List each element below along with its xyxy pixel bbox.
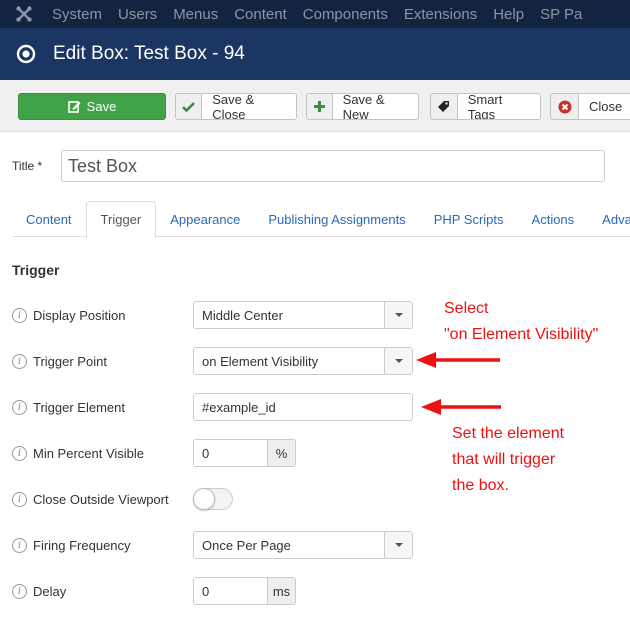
min-percent-visible-input[interactable]: 0 — [194, 440, 267, 466]
nav-system[interactable]: System — [52, 6, 102, 23]
chevron-down-icon[interactable] — [384, 348, 412, 374]
save-button[interactable]: Save — [18, 93, 166, 120]
nav-help[interactable]: Help — [493, 6, 524, 23]
tab-php-scripts[interactable]: PHP Scripts — [420, 201, 518, 237]
firing-frequency-label: Firing Frequency — [33, 537, 131, 553]
annotation-select-line2: "on Element Visibility" — [444, 326, 599, 343]
check-icon — [176, 94, 203, 119]
trigger-point-label: Trigger Point — [33, 353, 107, 369]
target-icon — [16, 44, 36, 64]
chevron-down-icon[interactable] — [384, 532, 412, 558]
plus-icon — [307, 94, 333, 119]
nav-sp-page-builder[interactable]: SP Pa — [540, 6, 582, 23]
firing-frequency-value: Once Per Page — [202, 537, 291, 553]
page-title: Edit Box: Test Box - 94 — [53, 43, 245, 64]
smart-tags-label: Smart Tags — [467, 93, 503, 120]
display-position-value: Middle Center — [202, 307, 283, 323]
annotation-select-line1: Select — [444, 300, 489, 317]
delay-label: Delay — [33, 583, 67, 599]
title-label: Title * — [12, 159, 43, 173]
toolbar: Save Save & Close Save & New Smart Tags … — [0, 80, 630, 132]
toggle-knob — [193, 488, 215, 510]
info-icon[interactable]: i — [12, 445, 27, 461]
delay-input-group: 0 ms — [193, 577, 296, 605]
close-outside-viewport-label: Close Outside Viewport — [33, 491, 169, 507]
tab-trigger[interactable]: Trigger — [85, 201, 157, 238]
arrow-left-icon — [421, 399, 501, 415]
info-icon[interactable]: i — [12, 353, 27, 369]
min-percent-visible-label: Min Percent Visible — [33, 445, 145, 461]
annotation-set-line3: the box. — [452, 477, 509, 494]
display-position-select[interactable]: Middle Center — [193, 301, 413, 329]
field-trigger-point: i Trigger Point on Element Visibility — [12, 347, 413, 375]
title-input[interactable]: Test Box — [61, 150, 605, 182]
close-button[interactable]: Close — [550, 93, 630, 120]
field-trigger-element: i Trigger Element #example_id — [12, 393, 413, 421]
info-icon[interactable]: i — [12, 583, 27, 599]
save-new-button[interactable]: Save & New — [306, 93, 419, 120]
close-circle-icon — [551, 94, 579, 119]
tab-publishing-assignments[interactable]: Publishing Assignments — [254, 201, 419, 237]
annotation-set-line1: Set the element — [452, 425, 565, 442]
delay-input[interactable]: 0 — [194, 578, 267, 604]
info-icon[interactable]: i — [12, 307, 27, 323]
firing-frequency-select[interactable]: Once Per Page — [193, 531, 413, 559]
tag-icon — [431, 94, 458, 119]
min-percent-visible-input-group: 0 % — [193, 439, 296, 467]
tab-bar: Content Trigger Appearance Publishing As… — [12, 201, 630, 238]
display-position-label: Display Position — [33, 307, 126, 323]
save-label: Save — [86, 99, 117, 114]
smart-tags-button[interactable]: Smart Tags — [430, 93, 541, 120]
chevron-down-icon[interactable] — [384, 302, 412, 328]
tab-actions[interactable]: Actions — [518, 201, 589, 237]
ms-unit: ms — [267, 578, 295, 604]
joomla-logo-icon[interactable] — [14, 4, 34, 24]
trigger-element-label: Trigger Element — [33, 399, 125, 415]
info-icon[interactable]: i — [12, 399, 27, 415]
close-label: Close — [589, 99, 623, 114]
info-icon[interactable]: i — [12, 537, 27, 553]
tab-content[interactable]: Content — [12, 201, 86, 237]
section-title: Trigger — [12, 262, 60, 278]
nav-content[interactable]: Content — [234, 6, 287, 23]
tab-advanced[interactable]: Adva — [588, 201, 630, 237]
tab-appearance[interactable]: Appearance — [156, 201, 254, 237]
title-row: Title * Test Box — [12, 150, 605, 182]
nav-components[interactable]: Components — [303, 6, 388, 23]
edit-icon — [67, 101, 81, 113]
trigger-element-input[interactable]: #example_id — [193, 393, 413, 421]
save-new-label: Save & New — [342, 93, 385, 120]
trigger-point-value: on Element Visibility — [202, 353, 319, 369]
page-header: Edit Box: Test Box - 94 — [0, 28, 630, 80]
save-close-label: Save & Close — [212, 93, 255, 120]
nav-extensions[interactable]: Extensions — [404, 6, 477, 23]
field-close-outside-viewport: i Close Outside Viewport — [12, 485, 233, 513]
close-outside-viewport-toggle[interactable] — [193, 488, 233, 510]
info-icon[interactable]: i — [12, 491, 27, 507]
nav-menus[interactable]: Menus — [173, 6, 218, 23]
arrow-left-icon — [416, 352, 500, 368]
field-firing-frequency: i Firing Frequency Once Per Page — [12, 531, 413, 559]
field-display-position: i Display Position Middle Center — [12, 301, 413, 329]
save-close-button[interactable]: Save & Close — [175, 93, 297, 120]
percent-unit: % — [267, 440, 295, 466]
nav-users[interactable]: Users — [118, 6, 157, 23]
field-delay: i Delay 0 ms — [12, 577, 296, 605]
trigger-point-select[interactable]: on Element Visibility — [193, 347, 413, 375]
field-min-percent-visible: i Min Percent Visible 0 % — [12, 439, 296, 467]
annotation-set-line2: that will trigger — [452, 451, 556, 468]
top-nav: System Users Menus Content Components Ex… — [0, 0, 630, 28]
